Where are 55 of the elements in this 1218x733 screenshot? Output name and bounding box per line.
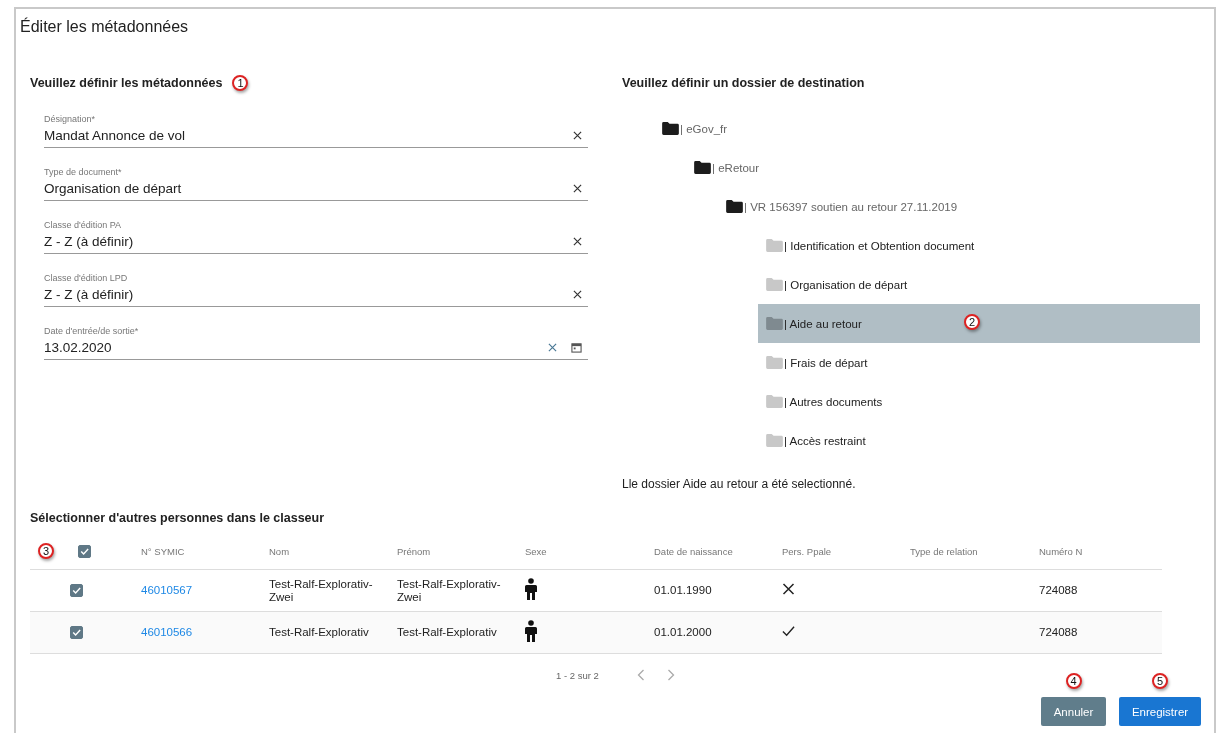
symic-link[interactable]: 46010566 xyxy=(141,626,193,638)
table-cell-text: 724088 xyxy=(1039,584,1079,597)
cancel-button[interactable]: Annuler xyxy=(1041,697,1106,726)
folder-item[interactable]: | Organisation de départ xyxy=(758,265,1190,304)
field-value: Z - Z (à définir) xyxy=(44,234,135,249)
input-field[interactable]: Type de document* Organisation de départ xyxy=(44,148,588,201)
section-heading: Veuillez définir les métadonnées xyxy=(30,76,223,90)
input-field[interactable]: Classe d'édition LPD Z - Z (à définir) xyxy=(44,254,588,307)
field-label: Désignation* xyxy=(44,114,97,124)
folder-item[interactable]: | Frais de départ xyxy=(758,343,1190,382)
field-value: Mandat Annonce de vol xyxy=(44,128,187,143)
column-header: Nom xyxy=(269,545,291,557)
field-label: Classe d'édition LPD xyxy=(44,273,129,283)
field-label: Date d'entrée/de sortie* xyxy=(44,326,140,336)
folder-item[interactable]: | eRetour xyxy=(694,148,1190,187)
callout-marker: 1 xyxy=(232,75,249,91)
table-cell-text: Test-Ralf-Explorativ-Zwei xyxy=(397,577,502,604)
folder-item[interactable]: | eGov_fr xyxy=(662,109,1190,148)
input-field[interactable]: Classe d'édition PA Z - Z (à définir) xyxy=(44,201,588,254)
input-field[interactable]: Désignation* Mandat Annonce de vol xyxy=(44,95,588,148)
field-label: Type de document* xyxy=(44,167,123,177)
table-cell-text: 01.01.2000 xyxy=(654,626,713,639)
column-header: Type de relation xyxy=(910,545,979,557)
column-header: Prénom xyxy=(397,545,432,557)
column-header: Numéro N xyxy=(1039,545,1084,557)
folder-item[interactable]: | VR 156397 soutien au retour 27.11.2019 xyxy=(726,187,1190,226)
input-field[interactable]: Date d'entrée/de sortie* 13.02.2020 xyxy=(44,307,588,360)
section-heading: Sélectionner d'autres personnes dans le classeur xyxy=(30,511,326,525)
callout-marker: 4 xyxy=(1065,673,1082,689)
field-value: 13.02.2020 xyxy=(44,340,113,355)
field-value: Organisation de départ xyxy=(44,181,183,196)
dialog-title: Éditer les métadonnées xyxy=(19,16,190,37)
column-header: Pers. Ppale xyxy=(782,545,833,557)
table-cell-text: 01.01.1990 xyxy=(654,584,713,597)
callout-marker: 2 xyxy=(964,314,980,330)
column-header: N° SYMIC xyxy=(141,545,186,557)
column-header: Date de naissance xyxy=(654,545,734,557)
callout-marker: 3 xyxy=(38,543,54,559)
pagination-info: 1 - 2 sur 2 xyxy=(556,669,599,681)
field-label: Classe d'édition PA xyxy=(44,220,123,230)
callout-marker: 5 xyxy=(1152,673,1168,689)
folder-item[interactable]: | Aide au retour 2 xyxy=(758,304,1200,343)
field-value: Z - Z (à définir) xyxy=(44,287,135,302)
table-cell-text: 724088 xyxy=(1039,626,1079,639)
folder-item[interactable]: | Accès restraint xyxy=(758,421,1190,460)
section-heading: Veuillez définir un dossier de destination xyxy=(622,76,865,90)
folder-item[interactable]: | Identification et Obtention document xyxy=(758,226,1190,265)
save-button[interactable]: Enregistrer xyxy=(1119,697,1201,726)
symic-link[interactable]: 46010567 xyxy=(141,584,193,596)
folder-item[interactable]: | Autres documents xyxy=(758,382,1190,421)
table-cell-text: Test-Ralf-Explorativ xyxy=(269,626,370,639)
column-header: Sexe xyxy=(525,545,548,557)
table-cell-text: Test-Ralf-Explorativ-Zwei xyxy=(269,577,374,604)
table-cell-text: Test-Ralf-Explorativ xyxy=(397,626,498,639)
status-message: Lle dossier Aide au retour a été selectionné. xyxy=(622,477,857,491)
